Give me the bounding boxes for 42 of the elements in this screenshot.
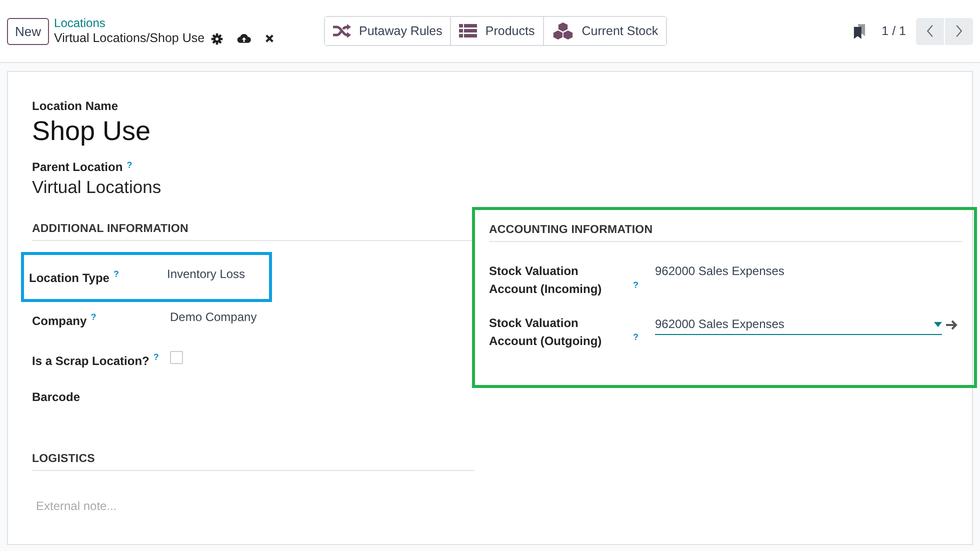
cloud-upload-icon[interactable] bbox=[236, 33, 251, 44]
field-label: Barcode bbox=[32, 390, 80, 404]
chevron-right-icon bbox=[955, 24, 963, 38]
close-icon[interactable] bbox=[264, 34, 274, 43]
help-tooltip[interactable]: ? bbox=[126, 160, 132, 174]
account-dropdown[interactable]: 962000 Sales Expenses bbox=[655, 314, 942, 335]
field-value[interactable]: Inventory Loss bbox=[167, 265, 246, 283]
location-name[interactable]: Shop Use bbox=[32, 115, 948, 147]
bookmarks-icon[interactable] bbox=[852, 24, 866, 38]
shuffle-icon bbox=[333, 24, 351, 38]
record-title: Virtual Locations/Shop Use bbox=[54, 31, 205, 46]
field-label: Stock Valuation Account (Outgoing) bbox=[489, 315, 603, 350]
help-tooltip[interactable]: ? bbox=[633, 280, 638, 290]
field-value[interactable]: Demo Company bbox=[170, 308, 257, 326]
dropdown-caret-icon[interactable] bbox=[934, 322, 942, 326]
section-title: ADDITIONAL INFORMATION bbox=[32, 219, 475, 241]
parent-location[interactable]: Virtual Locations bbox=[32, 176, 948, 198]
section-title: ACCOUNTING INFORMATION bbox=[489, 220, 963, 242]
help-tooltip[interactable]: ? bbox=[113, 269, 119, 279]
open-record-icon[interactable] bbox=[946, 320, 958, 330]
field-label: Company bbox=[32, 314, 87, 328]
section-title: LOGISTICS bbox=[32, 449, 475, 471]
chevron-left-icon bbox=[926, 24, 934, 38]
help-tooltip[interactable]: ? bbox=[633, 332, 638, 342]
breadcrumb-link[interactable]: Locations bbox=[54, 16, 288, 31]
previous-button[interactable] bbox=[916, 18, 944, 44]
settings-icon[interactable] bbox=[210, 32, 223, 44]
smart-button[interactable]: Putaway Rules bbox=[325, 17, 452, 45]
cubes-icon bbox=[552, 22, 574, 40]
checkbox[interactable] bbox=[170, 351, 183, 364]
list-icon bbox=[459, 24, 478, 38]
help-tooltip[interactable]: ? bbox=[153, 352, 159, 362]
field-label: Is a Scrap Location? bbox=[32, 354, 150, 368]
help-tooltip[interactable]: ? bbox=[90, 312, 96, 322]
field-label: Location Type bbox=[29, 271, 110, 286]
field-label: Stock Valuation Account (Incoming) bbox=[489, 263, 603, 298]
field-value[interactable]: 962000 Sales Expenses bbox=[655, 262, 784, 280]
new-button[interactable]: New bbox=[7, 18, 50, 44]
field-label: Parent Location bbox=[32, 160, 123, 174]
pager-counter[interactable]: 1 / 1 bbox=[882, 24, 906, 38]
next-button[interactable] bbox=[945, 18, 973, 44]
field-label: Location Name bbox=[32, 99, 120, 113]
